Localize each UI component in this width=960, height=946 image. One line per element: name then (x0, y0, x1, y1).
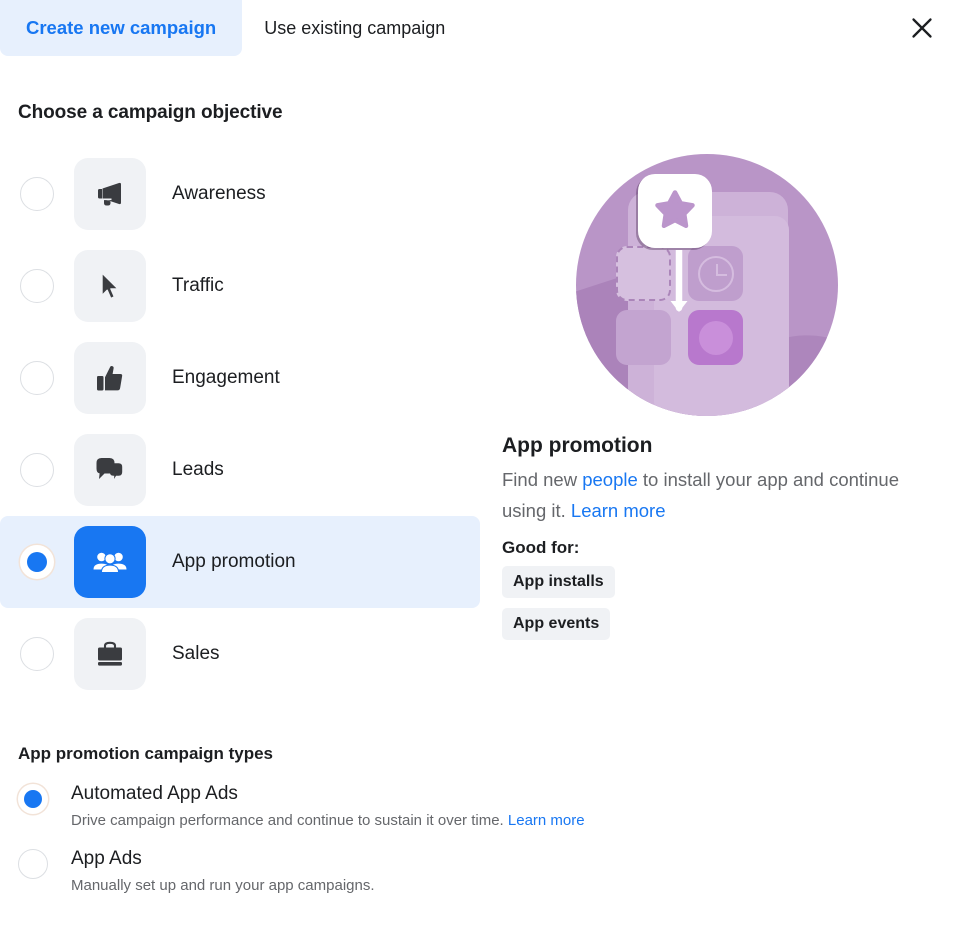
campaign-type-text-app-ads: App Ads Manually set up and run your app… (71, 847, 375, 894)
tab-create-new-campaign[interactable]: Create new campaign (0, 0, 243, 56)
campaign-type-row-app-ads[interactable]: App Ads Manually set up and run your app… (18, 847, 960, 894)
cursor-icon (93, 269, 127, 303)
people-link[interactable]: people (582, 469, 638, 490)
campaign-type-desc-app-ads: Manually set up and run your app campaig… (71, 877, 375, 894)
objective-row-awareness[interactable]: Awareness (0, 148, 480, 240)
objective-label-app-promotion: App promotion (172, 551, 296, 572)
learn-more-link[interactable]: Learn more (571, 500, 666, 521)
campaign-types-section: App promotion campaign types Automated A… (0, 744, 960, 894)
detail-description: Find new people to install your app and … (502, 464, 902, 526)
main-content: Awareness Traffic Engagement Leads App p… (0, 148, 960, 700)
objective-radio-leads[interactable] (20, 453, 54, 487)
tab-use-existing-campaign-label: Use existing campaign (264, 17, 446, 38)
campaign-type-learn-more-link-0[interactable]: Learn more (508, 812, 585, 829)
objective-icon-tile-awareness (74, 158, 146, 230)
objective-radio-traffic[interactable] (20, 269, 54, 303)
illustration-tile-circle (688, 310, 743, 365)
objective-list: Awareness Traffic Engagement Leads App p… (0, 148, 480, 700)
page-title: Choose a campaign objective (18, 102, 283, 123)
campaign-type-row-automated-app-ads[interactable]: Automated App Ads Drive campaign perform… (18, 782, 960, 829)
objective-row-traffic[interactable]: Traffic (0, 240, 480, 332)
chat-bubbles-icon (93, 453, 127, 487)
objective-icon-tile-engagement (74, 342, 146, 414)
objective-label-engagement: Engagement (172, 367, 280, 388)
objective-detail-panel: App promotion Find new people to install… (480, 148, 960, 700)
objective-radio-awareness[interactable] (20, 177, 54, 211)
campaign-type-desc-text-0: Drive campaign performance and continue … (71, 812, 508, 829)
status-badge-app-events: App events (502, 608, 611, 640)
campaign-types-title: App promotion campaign types (18, 744, 274, 763)
objective-icon-tile-sales (74, 618, 146, 690)
illustration-tile-clock (688, 246, 743, 301)
objective-radio-sales[interactable] (20, 637, 54, 671)
campaign-type-name-app-ads: App Ads (71, 848, 142, 869)
chip-row-app-events: App events (502, 608, 960, 650)
objective-icon-tile-app-promotion (74, 526, 146, 598)
objective-row-leads[interactable]: Leads (0, 424, 480, 516)
megaphone-icon (93, 177, 127, 211)
objective-label-traffic: Traffic (172, 275, 224, 296)
campaign-type-text-automated-app-ads: Automated App Ads Drive campaign perform… (71, 782, 585, 829)
campaign-type-desc-text-1: Manually set up and run your app campaig… (71, 877, 375, 894)
campaign-type-name-automated-app-ads: Automated App Ads (71, 783, 238, 804)
objective-row-sales[interactable]: Sales (0, 608, 480, 700)
objective-icon-tile-traffic (74, 250, 146, 322)
illustration-tile-plain (616, 310, 671, 365)
download-arrow-icon (669, 246, 688, 322)
campaign-type-desc-automated-app-ads: Drive campaign performance and continue … (71, 812, 585, 829)
illustration-tile-dropzone (616, 246, 671, 301)
close-icon (909, 15, 935, 41)
tab-use-existing-campaign[interactable]: Use existing campaign (242, 0, 471, 56)
good-for-label: Good for: (502, 538, 580, 557)
close-button[interactable] (906, 12, 938, 44)
objective-radio-engagement[interactable] (20, 361, 54, 395)
app-promotion-illustration (576, 154, 838, 416)
star-icon (653, 187, 697, 236)
objective-label-sales: Sales (172, 643, 220, 664)
tab-create-new-campaign-label: Create new campaign (26, 17, 217, 38)
campaign-type-radio-app-ads[interactable] (18, 849, 48, 879)
objective-label-awareness: Awareness (172, 183, 266, 204)
good-for-chips: App installs App events (502, 566, 960, 650)
detail-desc-part1: Find new (502, 469, 583, 490)
objective-label-leads: Leads (172, 459, 224, 480)
objective-radio-app-promotion[interactable] (20, 545, 54, 579)
objective-row-app-promotion[interactable]: App promotion (0, 516, 480, 608)
thumbs-up-icon (93, 361, 127, 395)
people-group-icon (92, 544, 128, 580)
campaign-type-radio-automated-app-ads[interactable] (18, 784, 48, 814)
shopping-bag-icon (93, 637, 127, 671)
objective-row-engagement[interactable]: Engagement (0, 332, 480, 424)
objective-icon-tile-leads (74, 434, 146, 506)
chip-row-app-installs: App installs (502, 566, 960, 608)
status-badge-app-installs: App installs (502, 566, 615, 598)
detail-title: App promotion (502, 434, 653, 457)
illustration-app-card (638, 174, 712, 248)
clock-icon (697, 255, 734, 292)
tab-bar: Create new campaign Use existing campaig… (0, 0, 960, 56)
